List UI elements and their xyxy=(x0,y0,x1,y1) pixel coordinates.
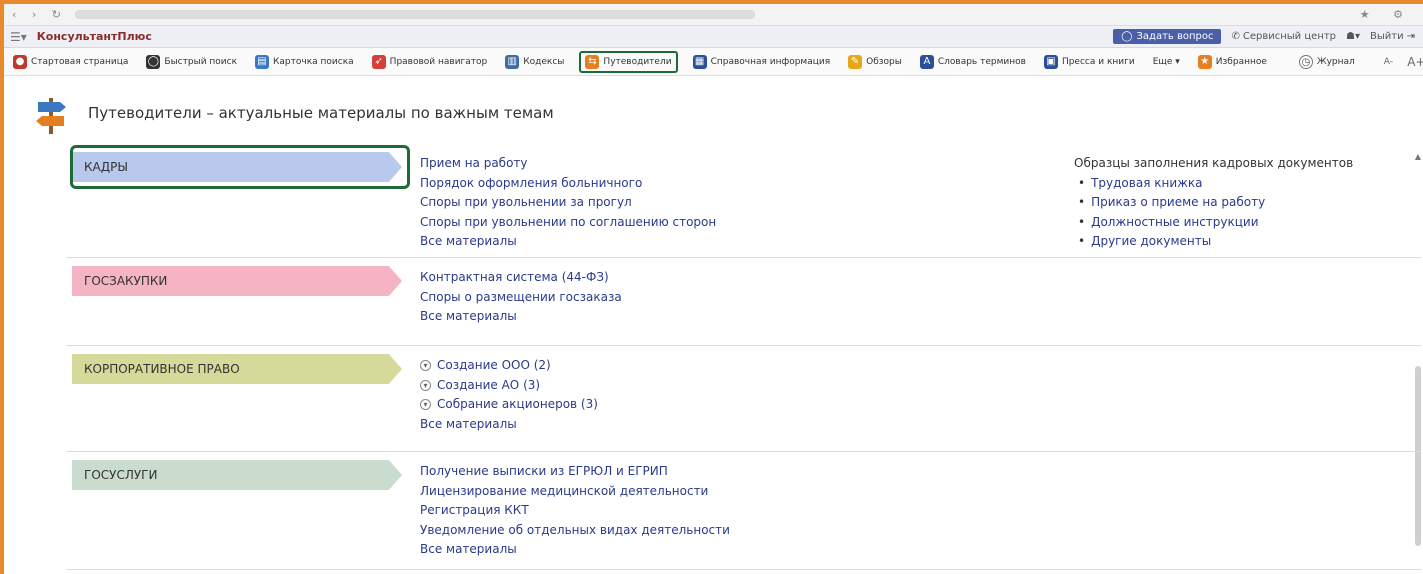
expandable-topic[interactable]: ▾ Собрание акционеров (3) xyxy=(420,395,598,415)
app-window: ‹ › ↻ ★ ⚙ ☰▾ КонсультантПлюс ◯ Задать во… xyxy=(0,0,1423,574)
guide-link[interactable]: Споры о размещении госзаказа xyxy=(420,288,622,308)
guide-link[interactable]: Все материалы xyxy=(420,540,730,560)
highlight-frame xyxy=(70,145,410,189)
expand-icon[interactable]: ▾ xyxy=(420,360,431,371)
browser-nav-icons[interactable]: ‹ › ↻ xyxy=(12,8,67,21)
ask-question-button[interactable]: ◯ Задать вопрос xyxy=(1113,29,1222,44)
expand-icon[interactable]: ▾ xyxy=(420,399,431,410)
guide-section: КАДРЫ Прием на работу Порядок оформления б… xyxy=(66,144,1421,258)
guide-link[interactable]: Контрактная система (44-ФЗ) xyxy=(420,268,622,288)
toolbar-right: ★ Избранное ◷ Журнал А- А+ xyxy=(1195,51,1423,73)
sample-link[interactable]: Должностные инструкции xyxy=(1078,213,1353,233)
toolbar-item-3[interactable]: ➶ Правовой навигатор xyxy=(369,51,491,73)
reference-icon: ▦ xyxy=(692,54,707,69)
browser-address-bar: ‹ › ↻ ★ ⚙ xyxy=(4,4,1423,26)
guide-link[interactable]: Все материалы xyxy=(420,415,598,435)
clock-icon: ◷ xyxy=(1298,54,1313,69)
window-controls-icon[interactable]: ★ ⚙ xyxy=(1360,8,1413,21)
signpost-icon xyxy=(36,98,66,134)
page-title: Путеводители – актуальные материалы по в… xyxy=(88,104,554,122)
app-header: ☰▾ КонсультантПлюс ◯ Задать вопрос ✆ Сер… xyxy=(4,26,1423,48)
favorites-button[interactable]: ★ Избранное xyxy=(1195,51,1270,73)
guide-section: ГОСЗАКУПКИ Контрактная система (44-ФЗ) Спо… xyxy=(66,258,1421,346)
signpost-icon: ⇆ xyxy=(585,54,600,69)
samples-list: Трудовая книжкаПриказ о приеме на работу… xyxy=(1074,174,1353,252)
font-smaller-button[interactable]: А- xyxy=(1384,57,1393,67)
press-icon: ▣ xyxy=(1043,54,1058,69)
main-toolbar: ● Стартовая страница ◯ Быстрый поиск ▤ Карточ… xyxy=(4,48,1423,76)
expand-icon[interactable]: ▾ xyxy=(420,379,431,391)
toolbar-item-6[interactable]: ▦ Справочная информация xyxy=(690,51,834,73)
guide-link[interactable]: Все материалы xyxy=(420,307,622,327)
guide-link[interactable]: Регистрация ККТ xyxy=(420,501,730,521)
home-icon: ● xyxy=(13,54,27,69)
search-icon: ◯ xyxy=(146,54,161,69)
user-menu[interactable]: ☗▾ xyxy=(1346,31,1360,42)
sample-link[interactable]: Трудовая книжка xyxy=(1078,174,1353,194)
samples-title: Образцы заполнения кадровых документов xyxy=(1074,156,1354,170)
toolbar-item-7[interactable]: ✎ Обзоры xyxy=(845,51,905,73)
font-larger-button[interactable]: А+ xyxy=(1407,55,1423,69)
samples-block: Образцы заполнения кадровых документов Тр… xyxy=(1074,154,1353,252)
guide-links: Контрактная система (44-ФЗ) Споры о разме… xyxy=(420,268,622,327)
guide-link[interactable]: Споры при увольнении по соглашению сторо… xyxy=(420,213,716,233)
toolbar-item-8[interactable]: А Словарь терминов xyxy=(917,51,1029,73)
menu-icon[interactable]: ☰▾ xyxy=(10,30,27,44)
toolbar-item-4[interactable]: ▥ Кодексы xyxy=(502,51,567,73)
guide-links: ▾ Создание ООО (2) ▾ Создание АО (3) ▾ Собран… xyxy=(420,356,598,434)
sample-link[interactable]: Другие документы xyxy=(1078,232,1353,252)
guide-section: КОРПОРАТИВНОЕ ПРАВО ▾ Создание ООО (2) ▾ Соз… xyxy=(66,346,1421,452)
exit-icon: ⇥ xyxy=(1406,31,1415,42)
reviews-icon: ✎ xyxy=(848,54,863,69)
guide-section-tag[interactable]: ГОСУСЛУГИ xyxy=(72,460,402,490)
guide-link[interactable]: Споры при увольнении за прогул xyxy=(420,193,716,213)
guide-section-tag[interactable]: ГОСЗАКУПКИ xyxy=(72,266,402,296)
card-search-icon: ▤ xyxy=(255,54,270,69)
header-actions: ◯ Задать вопрос ✆ Сервисный центр ☗▾ Вый… xyxy=(1113,29,1423,44)
toolbar-item-10[interactable]: Еще ▾ xyxy=(1150,51,1183,73)
toolbar-item-1[interactable]: ◯ Быстрый поиск xyxy=(143,51,240,73)
toolbar-item-2[interactable]: ▤ Карточка поиска xyxy=(252,51,357,73)
user-icon: ☗▾ xyxy=(1346,31,1361,42)
service-center-link[interactable]: ✆ Сервисный центр xyxy=(1231,31,1336,42)
sample-link[interactable]: Приказ о приеме на работу xyxy=(1078,193,1353,213)
guide-link[interactable]: Порядок оформления больничного xyxy=(420,174,716,194)
codex-icon: ▥ xyxy=(505,54,520,69)
toolbar-item-9[interactable]: ▣ Пресса и книги xyxy=(1041,51,1138,73)
guide-section: ГОСУСЛУГИ Получение выписки из ЕГРЮЛ и ЕГ… xyxy=(66,452,1421,570)
url-field[interactable] xyxy=(75,10,756,19)
toolbar-item-0[interactable]: ● Стартовая страница xyxy=(10,51,131,73)
guide-links: Получение выписки из ЕГРЮЛ и ЕГРИП Лиценз… xyxy=(420,462,730,560)
guide-link[interactable]: Все материалы xyxy=(420,232,716,252)
toolbar-item-5[interactable]: ⇆ Путеводители xyxy=(579,50,678,73)
phone-icon: ✆ xyxy=(1231,31,1240,42)
favorites-icon: ★ xyxy=(1197,54,1212,69)
dictionary-icon: А xyxy=(919,54,934,69)
expandable-topic[interactable]: ▾ Создание ООО (2) xyxy=(420,356,598,376)
main-content: Путеводители – актуальные материалы по в… xyxy=(4,76,1423,574)
guide-link[interactable]: Получение выписки из ЕГРЮЛ и ЕГРИП xyxy=(420,462,730,482)
guide-link[interactable]: Лицензирование медицинской деятельности xyxy=(420,482,730,502)
guide-links: Прием на работу Порядок оформления больни… xyxy=(420,154,716,252)
guide-section-tag[interactable]: КОРПОРАТИВНОЕ ПРАВО xyxy=(72,354,402,384)
navigator-icon: ➶ xyxy=(371,54,386,69)
guide-link[interactable]: Прием на работу xyxy=(420,154,716,174)
chat-icon: ◯ xyxy=(1121,31,1133,42)
expandable-topic[interactable]: ▾ Создание АО (3) xyxy=(420,376,598,396)
journal-button[interactable]: ◷ Журнал xyxy=(1296,51,1358,73)
exit-link[interactable]: Выйти ⇥ xyxy=(1370,31,1415,42)
app-brand: КонсультантПлюс xyxy=(36,30,152,43)
guide-link[interactable]: Уведомление об отдельных видах деятельно… xyxy=(420,521,730,541)
